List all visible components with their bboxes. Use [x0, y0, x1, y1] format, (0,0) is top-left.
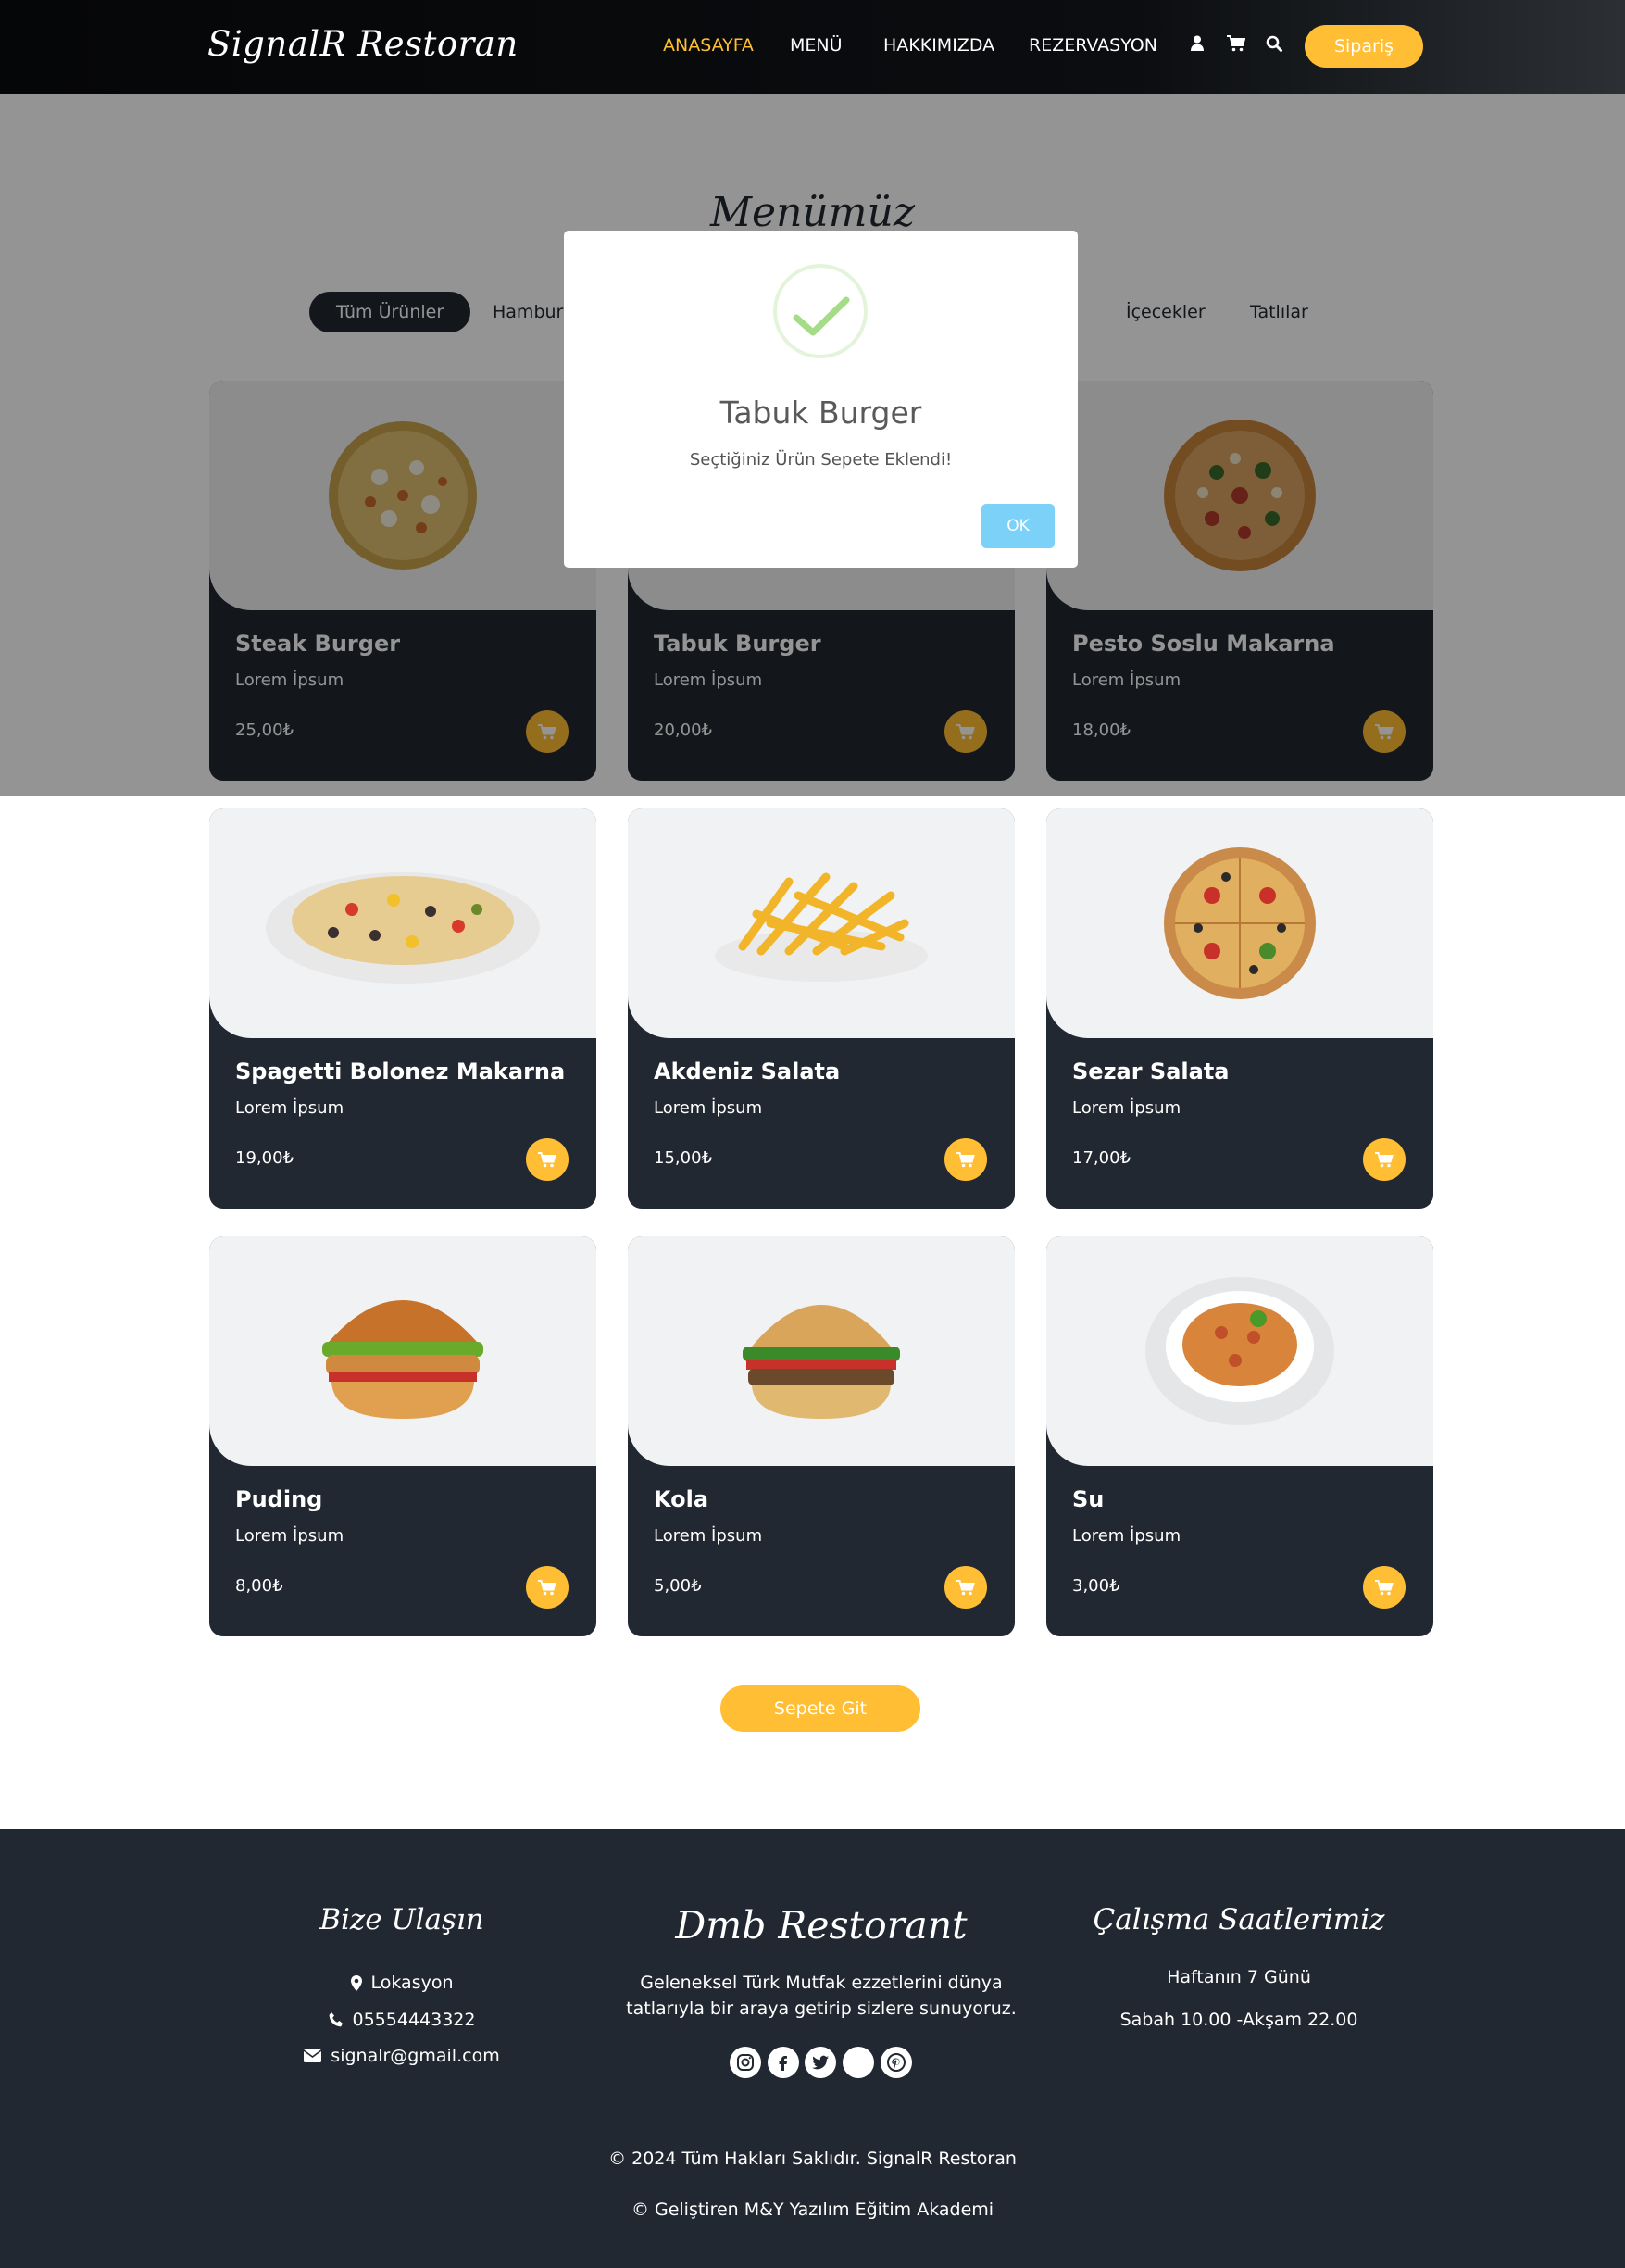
- product-image: [1046, 808, 1433, 1038]
- footer-location[interactable]: Lokasyon: [263, 1973, 541, 1993]
- map-marker-icon: [350, 1974, 362, 1991]
- add-to-cart-button[interactable]: [1363, 1566, 1406, 1609]
- cart-icon: [538, 1579, 556, 1595]
- email-text: signalr@gmail.com: [331, 2046, 500, 2066]
- product-price: 8,00₺: [235, 1576, 283, 1596]
- product-description: Lorem İpsum: [235, 1526, 344, 1546]
- product-card: Sezar Salata Lorem İpsum 17,00₺: [1046, 808, 1433, 1209]
- product-card: Spagetti Bolonez Makarna Lorem İpsum 19,…: [209, 808, 596, 1209]
- product-image: [209, 808, 596, 1038]
- check-icon: [793, 296, 850, 336]
- pizza-image: [1164, 847, 1316, 999]
- cart-icon: [538, 1151, 556, 1167]
- product-description: Lorem İpsum: [1072, 1098, 1181, 1118]
- brand-logo[interactable]: SignalR Restoran: [207, 24, 519, 64]
- add-to-cart-button[interactable]: [944, 1138, 987, 1181]
- about-line-2: tatlarıyla bir araya getirip sizlere sun…: [626, 1999, 1017, 2019]
- order-button[interactable]: Sipariş: [1305, 25, 1423, 68]
- product-card: Puding Lorem İpsum 8,00₺: [209, 1236, 596, 1636]
- envelope-icon: [304, 2049, 322, 2062]
- product-price: 15,00₺: [654, 1148, 712, 1168]
- footer-brand: Dmb Restorant: [675, 1903, 968, 1948]
- product-description: Lorem İpsum: [654, 1098, 763, 1118]
- about-line-1: Geleneksel Türk Mutfak ezzetlerini dünya: [640, 1973, 1003, 1993]
- pasta-salad-image: [266, 872, 540, 984]
- twitter-link[interactable]: [805, 2047, 836, 2078]
- social-link[interactable]: [843, 2047, 874, 2078]
- cart-icon: [1375, 1151, 1394, 1167]
- location-text: Lokasyon: [370, 1973, 454, 1993]
- product-price: 5,00₺: [654, 1576, 702, 1596]
- product-name: Su: [1072, 1486, 1105, 1512]
- dialog-title: Tabuk Burger: [719, 395, 922, 431]
- product-price: 3,00₺: [1072, 1576, 1120, 1596]
- add-to-cart-button[interactable]: [526, 1566, 569, 1609]
- product-name: Spagetti Bolonez Makarna: [235, 1059, 566, 1084]
- ok-button[interactable]: OK: [981, 504, 1055, 548]
- product-name: Sezar Salata: [1072, 1059, 1230, 1084]
- product-price: 19,00₺: [235, 1148, 294, 1168]
- copyright-text: © 2024 Tüm Hakları Saklıdır. SignalR Res…: [608, 2149, 1017, 2169]
- product-image: [628, 1236, 1015, 1466]
- product-price: 17,00₺: [1072, 1148, 1131, 1168]
- hours-days: Haftanın 7 Günü: [1167, 1967, 1311, 1987]
- facebook-link[interactable]: [768, 2047, 799, 2078]
- pinterest-icon: [887, 2053, 906, 2072]
- product-card: Su Lorem İpsum 3,00₺: [1046, 1236, 1433, 1636]
- burger-image: [743, 1305, 900, 1419]
- dialog-message: Seçtiğiniz Ürün Sepete Eklendi!: [689, 450, 953, 470]
- facebook-icon: [779, 2056, 787, 2071]
- cart-icon: [956, 1579, 975, 1595]
- success-dialog: Tabuk Burger Seçtiğiniz Ürün Sepete Ekle…: [564, 231, 1078, 568]
- product-card: Kola Lorem İpsum 5,00₺: [628, 1236, 1015, 1636]
- product-name: Kola: [654, 1486, 709, 1512]
- add-to-cart-button[interactable]: [944, 1566, 987, 1609]
- developer-text: © Geliştiren M&Y Yazılım Eğitim Akademi: [631, 2199, 994, 2220]
- hours-title: Çalışma Saatlerimiz: [1093, 1903, 1385, 1936]
- nav-menu[interactable]: MENÜ: [790, 35, 843, 56]
- product-card: Akdeniz Salata Lorem İpsum 15,00₺: [628, 808, 1015, 1209]
- product-name: Puding: [235, 1486, 323, 1512]
- nav-home[interactable]: ANASAYFA: [663, 35, 754, 56]
- user-icon[interactable]: [1191, 35, 1204, 55]
- go-to-cart-button[interactable]: Sepete Git: [720, 1685, 920, 1732]
- pinterest-link[interactable]: [881, 2047, 912, 2078]
- hours-time: Sabah 10.00 -Akşam 22.00: [1119, 2010, 1358, 2030]
- footer-email[interactable]: signalr@gmail.com: [263, 2046, 541, 2066]
- phone-icon: [329, 2012, 343, 2027]
- fries-image: [715, 872, 928, 982]
- cart-icon[interactable]: [1227, 35, 1246, 56]
- product-description: Lorem İpsum: [235, 1098, 344, 1118]
- contact-title: Bize Ulaşın: [319, 1903, 484, 1936]
- product-name: Akdeniz Salata: [654, 1059, 841, 1084]
- header: SignalR Restoran ANASAYFA MENÜ HAKKIMIZD…: [0, 0, 1625, 94]
- product-image: [628, 808, 1015, 1038]
- nav-reservation[interactable]: REZERVASYON: [1029, 35, 1157, 56]
- add-to-cart-button[interactable]: [1363, 1138, 1406, 1181]
- search-icon[interactable]: [1266, 35, 1282, 56]
- phone-text: 05554443322: [352, 2010, 476, 2030]
- product-description: Lorem İpsum: [654, 1526, 763, 1546]
- footer-phone[interactable]: 05554443322: [263, 2010, 541, 2030]
- pasta-bowl-image: [1145, 1277, 1334, 1425]
- nav-about[interactable]: HAKKIMIZDA: [883, 35, 994, 56]
- add-to-cart-button[interactable]: [526, 1138, 569, 1181]
- cart-icon: [1375, 1579, 1394, 1595]
- burger-image: [322, 1300, 483, 1419]
- instagram-link[interactable]: [730, 2047, 761, 2078]
- product-description: Lorem İpsum: [1072, 1526, 1181, 1546]
- product-image: [1046, 1236, 1433, 1466]
- cart-icon: [956, 1151, 975, 1167]
- product-image: [209, 1236, 596, 1466]
- twitter-icon: [812, 2055, 829, 2070]
- instagram-icon: [737, 2054, 754, 2071]
